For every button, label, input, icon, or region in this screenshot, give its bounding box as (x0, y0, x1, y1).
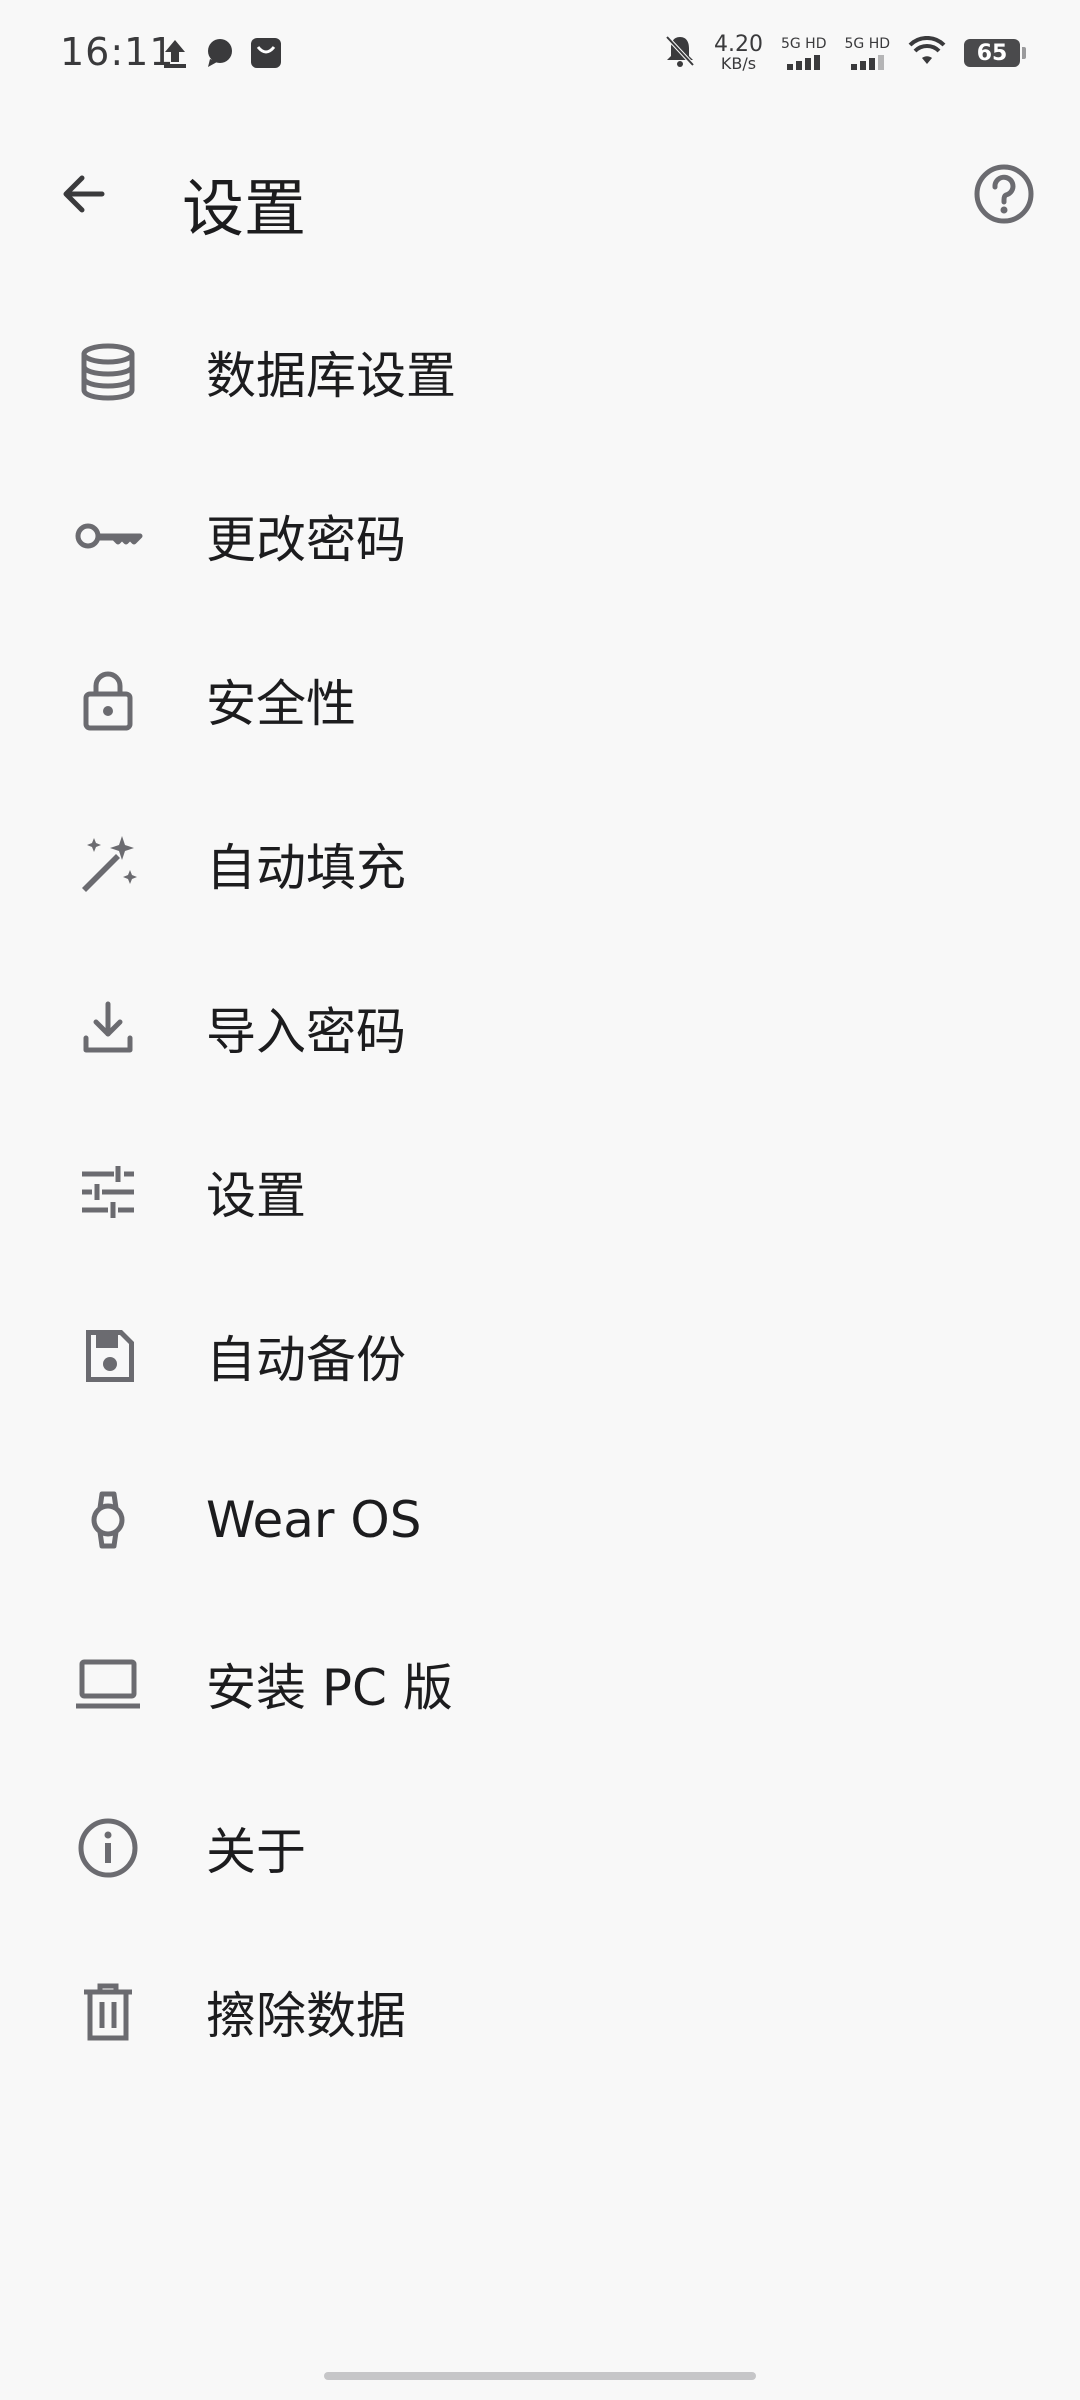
status-bar: 16:11 4.20 KB/s 5G HD 5G HD 65 (0, 0, 1080, 110)
sim2-label: 5G HD (844, 35, 890, 52)
menu-item-label: 导入密码 (206, 1003, 406, 1061)
signal-bars-icon (787, 54, 821, 70)
lock-icon (72, 664, 144, 736)
download-icon (72, 992, 144, 1064)
network-speed: 4.20 KB/s (714, 34, 763, 72)
upload-icon (160, 36, 190, 74)
save-icon (72, 1320, 144, 1392)
top-app-bar: 设置 (0, 140, 1080, 250)
signal-bars-icon (850, 54, 884, 70)
laptop-icon (72, 1648, 144, 1720)
status-left-icons (160, 36, 282, 74)
menu-item-autofill[interactable]: 自动填充 (0, 782, 1080, 946)
page-title: 设置 (182, 172, 307, 245)
menu-item-label: 自动备份 (206, 1331, 406, 1389)
menu-item-settings[interactable]: 设置 (0, 1110, 1080, 1274)
menu-item-label: 关于 (206, 1823, 306, 1881)
settings-menu: 数据库设置 更改密码 安全性 自动填充 导入密码 设置 自动备份 Wear OS… (0, 290, 1080, 2094)
status-time: 16:11 (60, 30, 175, 74)
tune-icon (72, 1156, 144, 1228)
menu-item-label: 安全性 (206, 675, 356, 733)
magic-wand-icon (72, 828, 144, 900)
network-speed-value: 4.20 (713, 32, 763, 57)
menu-item-label: 安装 PC 版 (206, 1659, 453, 1717)
help-button[interactable] (966, 158, 1042, 234)
menu-item-auto-backup[interactable]: 自动备份 (0, 1274, 1080, 1438)
menu-item-security[interactable]: 安全性 (0, 618, 1080, 782)
menu-item-install-pc[interactable]: 安装 PC 版 (0, 1602, 1080, 1766)
watch-icon (72, 1484, 144, 1556)
key-icon (72, 500, 144, 572)
menu-item-wipe-data[interactable]: 擦除数据 (0, 1930, 1080, 2094)
arrow-left-icon (56, 166, 112, 226)
menu-item-wear-os[interactable]: Wear OS (0, 1438, 1080, 1602)
message-icon (204, 37, 236, 73)
wifi-icon (908, 35, 946, 70)
menu-item-label: 设置 (206, 1167, 306, 1225)
menu-item-label: 擦除数据 (206, 1987, 406, 2045)
network-speed-unit: KB/s (720, 54, 757, 73)
status-right-icons: 4.20 KB/s 5G HD 5G HD 65 (664, 34, 1026, 72)
sim1-label: 5G HD (780, 35, 827, 52)
battery-level: 65 (976, 40, 1008, 66)
back-button[interactable] (48, 160, 120, 232)
menu-item-label: 数据库设置 (206, 347, 456, 405)
battery-icon: 65 (964, 39, 1026, 67)
bell-muted-icon (664, 34, 696, 72)
info-icon (72, 1812, 144, 1884)
sim1-signal: 5G HD (780, 35, 827, 70)
menu-item-about[interactable]: 关于 (0, 1766, 1080, 1930)
home-indicator[interactable] (324, 2372, 756, 2380)
mail-app-icon (250, 37, 282, 73)
menu-item-label: 更改密码 (206, 511, 406, 569)
menu-item-database-settings[interactable]: 数据库设置 (0, 290, 1080, 454)
help-circle-icon (972, 162, 1036, 230)
trash-icon (72, 1976, 144, 2048)
menu-item-label: Wear OS (206, 1491, 422, 1549)
menu-item-change-password[interactable]: 更改密码 (0, 454, 1080, 618)
menu-item-label: 自动填充 (206, 839, 406, 897)
sim2-signal: 5G HD (844, 37, 890, 70)
menu-item-import-passwords[interactable]: 导入密码 (0, 946, 1080, 1110)
database-icon (72, 336, 144, 408)
